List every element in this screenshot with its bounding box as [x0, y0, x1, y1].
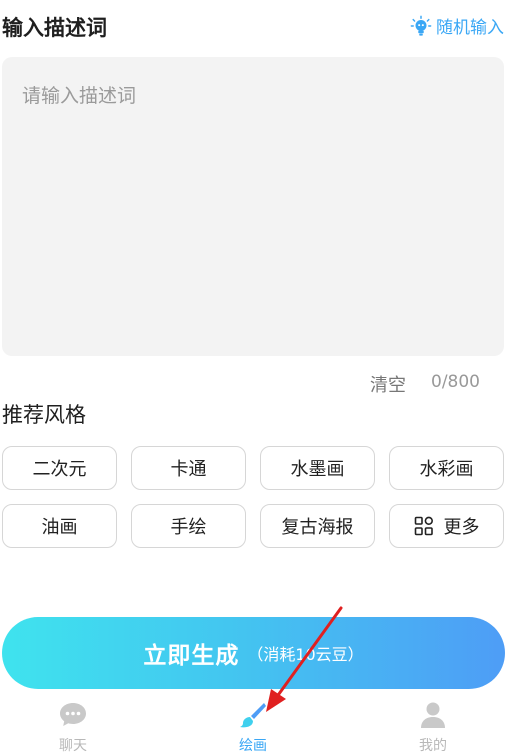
tab-drawing-label: 绘画 — [239, 738, 267, 754]
chat-icon — [60, 703, 86, 726]
tab-profile-label: 我的 — [419, 738, 447, 754]
style-chip[interactable]: 手绘 — [131, 504, 246, 548]
style-chip[interactable]: 二次元 — [2, 446, 117, 490]
tab-chat-label: 聊天 — [59, 738, 87, 754]
drawing-page: 输入描述词 随机输入 清空 0/800 推荐风格 — [0, 0, 512, 755]
style-chip[interactable]: 卡通 — [131, 446, 246, 490]
bottom-tab-bar: 聊天 绘画 我的 — [0, 689, 512, 755]
char-counter: 0/800 — [431, 372, 480, 392]
tab-chat[interactable]: 聊天 — [33, 699, 113, 755]
styles-title: 推荐风格 — [2, 403, 86, 427]
clear-button[interactable]: 清空 — [370, 371, 406, 397]
random-input-label: 随机输入 — [436, 18, 504, 38]
random-input-button[interactable]: 随机输入 — [410, 13, 504, 38]
style-chip[interactable]: 油画 — [2, 504, 117, 548]
tab-drawing[interactable]: 绘画 — [213, 699, 293, 755]
prompt-box: 清空 0/800 — [2, 57, 504, 396]
more-styles-button[interactable]: 更多 — [389, 504, 504, 548]
style-chip-label: 卡通 — [170, 459, 207, 480]
header: 输入描述词 随机输入 — [0, 0, 512, 52]
generate-button[interactable]: 立即生成 （消耗10云豆） — [2, 617, 505, 689]
style-chip-label: 油画 — [41, 517, 78, 538]
generate-cost: （消耗10云豆） — [247, 645, 364, 664]
grid-icon — [414, 516, 433, 536]
style-chip-label: 二次元 — [32, 459, 87, 480]
prompt-input[interactable] — [20, 79, 484, 303]
more-styles-label: 更多 — [443, 517, 480, 538]
lightbulb-icon — [410, 15, 432, 36]
tab-profile[interactable]: 我的 — [393, 699, 473, 755]
style-chip[interactable]: 水彩画 — [389, 446, 504, 490]
style-chip-label: 水墨画 — [290, 459, 345, 480]
style-chip-label: 复古海报 — [281, 517, 354, 538]
style-chip-label: 手绘 — [170, 517, 207, 538]
style-chip-label: 水彩画 — [419, 459, 474, 480]
user-icon — [421, 702, 445, 728]
style-chip[interactable]: 水墨画 — [260, 446, 375, 490]
generate-label: 立即生成 — [143, 643, 240, 669]
style-chip[interactable]: 复古海报 — [260, 504, 375, 548]
page-title: 输入描述词 — [2, 16, 107, 40]
brush-icon — [240, 703, 266, 728]
